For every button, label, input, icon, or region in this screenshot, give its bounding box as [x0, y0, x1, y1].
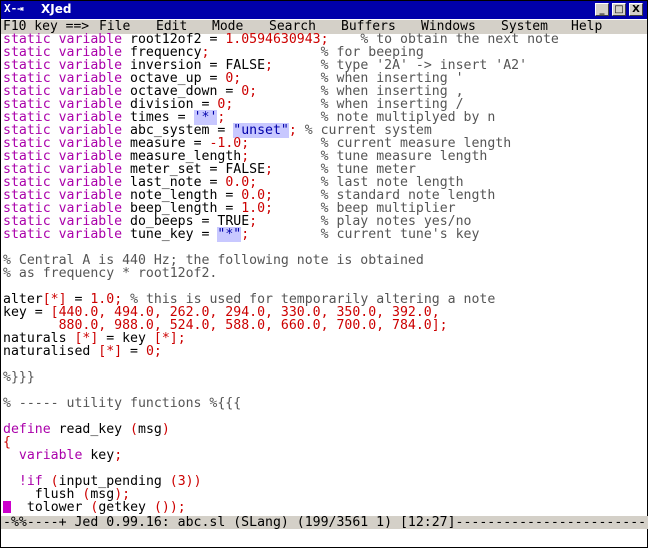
- code-line[interactable]: % ----- utility functions %{{{: [3, 397, 643, 410]
- text-cursor: [3, 501, 11, 513]
- menu-help[interactable]: Help: [571, 20, 602, 34]
- code-line[interactable]: variable key;: [3, 449, 643, 462]
- code-token: define: [3, 422, 59, 437]
- window-title: XJed: [41, 2, 72, 16]
- code-token: tune_key =: [130, 227, 218, 242]
- code-token: ;: [153, 344, 162, 359]
- code-token: ): [161, 422, 170, 437]
- code-line[interactable]: naturalised [*] = 0;: [3, 345, 643, 358]
- close-button[interactable]: X: [629, 3, 643, 16]
- code-token: "*": [217, 227, 242, 242]
- code-line[interactable]: tolower (getkey ());: [3, 501, 643, 514]
- code-line[interactable]: % as frequency * root12of2.: [3, 267, 643, 280]
- code-token: % current tune's key: [249, 227, 480, 242]
- code-token: msg: [138, 422, 162, 437]
- editor-text-area[interactable]: static variable root12of2 = 1.0594630943…: [3, 33, 643, 514]
- code-token: getkey: [98, 500, 154, 515]
- code-token: tolower: [11, 500, 91, 515]
- code-token: variable: [18, 448, 91, 463]
- code-token: ;: [114, 448, 123, 463]
- code-token: =: [122, 344, 146, 359]
- code-token: (: [130, 422, 138, 437]
- code-token: % as frequency * root12of2.: [3, 266, 218, 281]
- x-window-icon[interactable]: X-⇥: [4, 2, 24, 15]
- code-line[interactable]: define read_key (msg): [3, 423, 643, 436]
- status-text: -%%----+ Jed 0.99.16: abc.sl (SLang) (19…: [3, 515, 648, 530]
- code-token: %}}}: [3, 370, 35, 385]
- minimize-button[interactable]: _: [595, 3, 609, 16]
- code-token: % ----- utility functions %{{{: [3, 396, 242, 411]
- code-token: read_key: [58, 422, 131, 437]
- title-bar[interactable]: X-⇥ XJed _ □ X: [1, 1, 647, 19]
- code-token: 0: [145, 344, 154, 359]
- code-token: [*]: [98, 344, 123, 359]
- code-line[interactable]: [3, 358, 643, 371]
- code-token: static variable: [3, 227, 131, 242]
- code-token: naturalised: [3, 344, 99, 359]
- code-token: (3)): [169, 474, 202, 489]
- status-line: -%%----+ Jed 0.99.16: abc.sl (SLang) (19…: [1, 516, 648, 529]
- xjed-window: X-⇥ XJed _ □ X F10 key ==> File Edit Mod…: [0, 0, 648, 548]
- code-token: key: [90, 448, 115, 463]
- code-token: ;: [241, 227, 250, 242]
- code-token: ;: [177, 331, 186, 346]
- code-token: ());: [153, 500, 186, 515]
- code-line[interactable]: static variable tune_key = "*"; % curren…: [3, 227, 643, 242]
- maximize-button[interactable]: □: [612, 3, 626, 16]
- code-line[interactable]: %}}}: [3, 371, 643, 384]
